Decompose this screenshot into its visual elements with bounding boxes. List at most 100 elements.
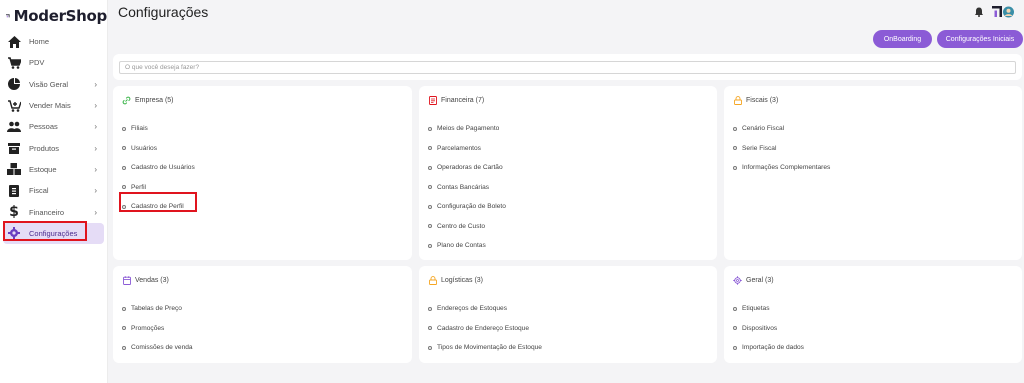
- sidebar-item-label: Home: [29, 37, 50, 47]
- list-item-serie-fiscal[interactable]: Serie Fiscal: [732, 139, 830, 159]
- item-label: Perfil: [131, 183, 147, 191]
- lock-icon: [733, 96, 742, 105]
- gear-icon: [733, 276, 742, 285]
- avatar[interactable]: [992, 5, 1014, 19]
- onboarding-button[interactable]: OnBoarding: [873, 30, 932, 48]
- list-item-parcelamentos[interactable]: Parcelamentos: [427, 139, 506, 159]
- item-label: Etiquetas: [742, 305, 770, 313]
- item-label: Parcelamentos: [437, 144, 481, 152]
- card-empresa: Empresa (5) Filiais Usuários Cadastro de…: [113, 86, 412, 260]
- list-item-tipos-movimentacao[interactable]: Tipos de Movimentação de Estoque: [427, 338, 542, 358]
- list-item-perfil[interactable]: Perfil: [121, 178, 195, 198]
- list-item-cenario-fiscal[interactable]: Cenário Fiscal: [732, 119, 830, 139]
- calendar-icon: [122, 276, 131, 285]
- sidebar-nav: Home PDV Visão Geral › Vender Mais › Pes…: [0, 31, 107, 244]
- bullet-icon: [122, 165, 126, 170]
- sidebar-item-pdv[interactable]: PDV: [0, 52, 107, 73]
- sidebar-item-vender-mais[interactable]: Vender Mais ›: [0, 95, 107, 116]
- search-panel: O que você deseja fazer?: [113, 54, 1022, 80]
- bullet-icon: [122, 306, 126, 311]
- sidebar-item-label: Configurações: [29, 228, 78, 238]
- initial-config-button[interactable]: Configurações Iniciais: [937, 30, 1023, 48]
- list-item-cadastro-usuarios[interactable]: Cadastro de Usuários: [121, 158, 195, 178]
- card-vendas: Vendas (3) Tabelas de Preço Promoções Co…: [113, 266, 412, 363]
- sidebar-item-home[interactable]: Home: [0, 31, 107, 52]
- bullet-icon: [428, 185, 432, 190]
- item-label: Serie Fiscal: [742, 144, 777, 152]
- sidebar-item-label: Produtos: [29, 143, 60, 153]
- list-item-usuarios[interactable]: Usuários: [121, 139, 195, 159]
- link-icon: [122, 96, 131, 105]
- chevron-right-icon: ›: [94, 207, 97, 217]
- item-label: Configuração de Boleto: [437, 203, 506, 211]
- card-items: Tabelas de Preço Promoções Comissões de …: [121, 299, 193, 358]
- sidebar-item-label: Fiscal: [29, 186, 49, 196]
- list-item-centro-custo[interactable]: Centro de Custo: [427, 217, 506, 237]
- list-item-contas-bancarias[interactable]: Contas Bancárias: [427, 178, 506, 198]
- item-label: Plano de Contas: [437, 242, 486, 250]
- people-icon: [7, 120, 21, 134]
- sidebar-item-produtos[interactable]: Produtos ›: [0, 137, 107, 158]
- list-item-cadastro-perfil[interactable]: Cadastro de Perfil: [121, 197, 195, 217]
- bullet-icon: [122, 185, 126, 190]
- card-header: Fiscais (3): [733, 96, 778, 105]
- sidebar-item-configuracoes[interactable]: Configurações: [3, 222, 104, 244]
- chevron-right-icon: ›: [94, 164, 97, 174]
- card-header: Empresa (5): [122, 96, 174, 105]
- item-label: Tipos de Movimentação de Estoque: [437, 344, 542, 352]
- list-item-enderecos-estoques[interactable]: Endereços de Estoques: [427, 299, 542, 319]
- sidebar-item-pessoas[interactable]: Pessoas ›: [0, 116, 107, 137]
- list-item-filiais[interactable]: Filiais: [121, 119, 195, 139]
- card-header: Financeira (7): [428, 96, 484, 105]
- logo[interactable]: ModerShop: [6, 4, 107, 28]
- sidebar-item-estoque[interactable]: Estoque ›: [0, 159, 107, 180]
- bullet-icon: [428, 204, 432, 209]
- bullet-icon: [428, 326, 432, 331]
- list-item-informacoes-complementares[interactable]: Informações Complementares: [732, 158, 830, 178]
- card-title: Fiscais (3): [746, 97, 779, 104]
- list-item-dispositivos[interactable]: Dispositivos: [732, 319, 804, 339]
- chevron-right-icon: ›: [94, 143, 97, 153]
- top-right-controls: [974, 5, 1014, 19]
- item-label: Meios de Pagamento: [437, 125, 500, 133]
- item-label: Importação de dados: [742, 344, 804, 352]
- sidebar-item-label: Visão Geral: [29, 79, 69, 89]
- item-label: Promoções: [131, 324, 165, 332]
- dollar-icon: $: [9, 204, 19, 221]
- bullet-icon: [733, 345, 737, 350]
- list-item-meios-pagamento[interactable]: Meios de Pagamento: [427, 119, 506, 139]
- bell-icon[interactable]: [974, 7, 984, 17]
- sidebar-item-fiscal[interactable]: Fiscal ›: [0, 180, 107, 201]
- list-item-comissoes-venda[interactable]: Comissões de venda: [121, 338, 193, 358]
- item-label: Centro de Custo: [437, 222, 486, 230]
- list-item-configuracao-boleto[interactable]: Configuração de Boleto: [427, 197, 506, 217]
- search-input[interactable]: O que você deseja fazer?: [119, 61, 1016, 74]
- sidebar-item-label: Estoque: [29, 164, 57, 174]
- page-title: Configurações: [118, 4, 209, 20]
- card-geral: Geral (3) Etiquetas Dispositivos Importa…: [724, 266, 1022, 363]
- list-item-etiquetas[interactable]: Etiquetas: [732, 299, 804, 319]
- list-item-plano-contas[interactable]: Plano de Contas: [427, 236, 506, 256]
- list-item-cadastro-endereco-estoque[interactable]: Cadastro de Endereço Estoque: [427, 319, 542, 339]
- card-header: Geral (3): [733, 276, 774, 285]
- bullet-icon: [428, 243, 432, 248]
- bullet-icon: [733, 165, 737, 170]
- sidebar-item-financeiro[interactable]: $ Financeiro ›: [0, 201, 107, 222]
- list-item-importacao-dados[interactable]: Importação de dados: [732, 338, 804, 358]
- pie-chart-icon: [7, 77, 21, 91]
- sidebar-item-label: Financeiro: [29, 207, 65, 217]
- chevron-right-icon: ›: [94, 122, 97, 132]
- bullet-icon: [428, 306, 432, 311]
- home-icon: [7, 35, 21, 49]
- list-item-operadoras-cartao[interactable]: Operadoras de Cartão: [427, 158, 506, 178]
- bullet-icon: [122, 345, 126, 350]
- card-title: Financeira (7): [441, 97, 485, 104]
- sidebar-item-visao-geral[interactable]: Visão Geral ›: [0, 74, 107, 95]
- list-item-tabelas-preco[interactable]: Tabelas de Preço: [121, 299, 193, 319]
- item-label: Operadoras de Cartão: [437, 164, 503, 172]
- item-label: Cadastro de Endereço Estoque: [437, 324, 530, 332]
- lock-icon: [428, 276, 437, 285]
- bullet-icon: [428, 165, 432, 170]
- list-item-promocoes[interactable]: Promoções: [121, 319, 193, 339]
- card-logisticas: Logísticas (3) Endereços de Estoques Cad…: [419, 266, 717, 363]
